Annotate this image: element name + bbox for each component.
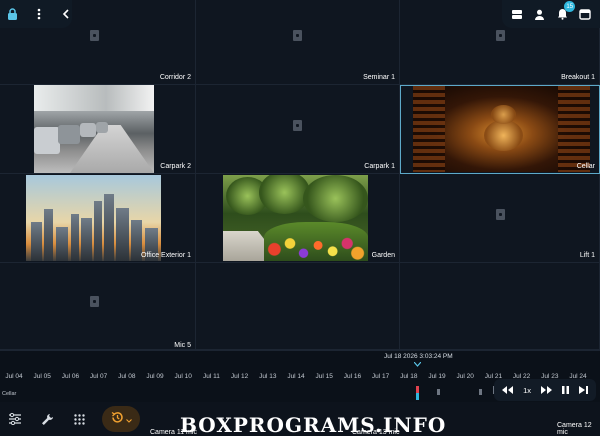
timeline-date-label[interactable]: Jul 06	[62, 373, 79, 380]
timeline-date-label[interactable]: Jul 20	[457, 373, 474, 380]
event-marker[interactable]	[416, 393, 419, 400]
camera-placeholder-icon	[293, 120, 302, 131]
timeline[interactable]: Jul 18 2026 3:03:24 PM Jul 04 Jul 05 Jul 0…	[0, 350, 600, 402]
timeline-date-label[interactable]: Jul 19	[428, 373, 445, 380]
camera-label: Carpark 2	[160, 163, 191, 170]
rewind-icon[interactable]	[502, 386, 514, 394]
playback-controls: 1x	[494, 379, 596, 401]
camera-placeholder-icon	[293, 30, 302, 41]
bell-icon[interactable]: 15	[555, 1, 576, 21]
camera-tile-carpark-2[interactable]: Carpark 2	[0, 85, 196, 174]
camera-placeholder-icon	[90, 30, 99, 41]
timeline-date-label[interactable]: Jul 04	[5, 373, 22, 380]
pause-icon[interactable]	[562, 386, 569, 394]
camera-label: Seminar 1	[363, 74, 395, 81]
track-label: Cellar	[2, 391, 17, 397]
watermark-text: BOXPROGRAMS.INFO	[180, 413, 447, 436]
sliders-icon[interactable]	[6, 410, 24, 428]
timeline-date-label[interactable]: Jul 15	[316, 373, 333, 380]
camera-tile-cellar[interactable]: Cellar	[400, 85, 600, 174]
camera-label: Cellar	[576, 163, 595, 170]
camera-label: Carpark 1	[364, 163, 395, 170]
camera-label: Breakout 1	[561, 74, 595, 81]
event-marker[interactable]	[479, 389, 482, 395]
user-icon[interactable]	[533, 7, 547, 21]
playhead-marker-icon[interactable]	[413, 361, 422, 367]
timeline-date-label[interactable]: Jul 10	[175, 373, 192, 380]
timeline-date-label[interactable]: Jul 13	[259, 373, 276, 380]
camera-tile-mic-5[interactable]: Mic 5	[0, 263, 196, 350]
top-right-toolbar: 15	[502, 0, 600, 28]
wrench-icon[interactable]	[38, 410, 56, 428]
camera-tile-lift-1[interactable]: Lift 1	[400, 174, 600, 263]
timeline-current-time: Jul 18 2026 3:03:24 PM	[384, 353, 453, 360]
camera-feed-image	[26, 175, 161, 261]
timeline-date-label[interactable]: Jul 08	[118, 373, 135, 380]
chevron-down-icon	[125, 412, 132, 426]
camera-label: Camera 12 mic	[557, 422, 592, 436]
camera-label: Lift 1	[579, 252, 595, 259]
camera-feed-image	[223, 175, 368, 261]
camera-placeholder-icon	[496, 30, 505, 41]
timeline-date-label[interactable]: Jul 18	[400, 373, 417, 380]
camera-label: Office Exterior 1	[140, 252, 191, 259]
event-marker[interactable]	[437, 389, 440, 395]
skip-forward-icon[interactable]	[579, 386, 588, 394]
lock-icon[interactable]	[6, 7, 19, 21]
notification-badge: 15	[564, 1, 576, 12]
camera-tile-garden[interactable]: Garden	[196, 174, 400, 263]
camera-feed-image	[34, 85, 154, 173]
camera-tile-empty[interactable]	[400, 263, 600, 350]
layout-icon[interactable]	[510, 7, 524, 21]
history-icon	[111, 411, 124, 427]
camera-placeholder-icon	[496, 209, 505, 220]
camera-placeholder-icon	[90, 296, 99, 307]
top-left-toolbar	[0, 0, 72, 28]
window-icon[interactable]	[578, 7, 592, 21]
history-button[interactable]	[102, 406, 140, 432]
timeline-date-label[interactable]: Jul 11	[203, 373, 220, 380]
camera-tile-office-exterior-1[interactable]: Office Exterior 1	[0, 174, 196, 263]
camera-label: Corridor 2	[159, 74, 191, 81]
chevron-left-icon[interactable]	[59, 7, 72, 21]
camera-feed-image	[413, 86, 590, 172]
timeline-date-label[interactable]: Jul 09	[146, 373, 163, 380]
camera-tile-carpark-1[interactable]: Carpark 1	[196, 85, 400, 174]
more-vertical-icon[interactable]	[33, 7, 46, 21]
timeline-date-label[interactable]: Jul 12	[231, 373, 248, 380]
timeline-date-label[interactable]: Jul 16	[344, 373, 361, 380]
camera-tile-seminar-1[interactable]: Seminar 1	[196, 0, 400, 85]
playback-speed[interactable]: 1x	[523, 386, 531, 395]
timeline-date-label[interactable]: Jul 14	[287, 373, 304, 380]
timeline-date-label[interactable]: Jul 05	[34, 373, 51, 380]
timeline-date-label[interactable]: Jul 07	[90, 373, 107, 380]
grid-icon[interactable]	[70, 410, 88, 428]
camera-label: Garden	[371, 252, 395, 259]
camera-tile-empty[interactable]	[196, 263, 400, 350]
timeline-date-label[interactable]: Jul 17	[372, 373, 389, 380]
camera-grid: Corridor 2 Seminar 1 Breakout 1 Carpark …	[0, 0, 600, 350]
camera-label: Mic 5	[174, 342, 191, 349]
fast-forward-icon[interactable]	[541, 386, 552, 394]
